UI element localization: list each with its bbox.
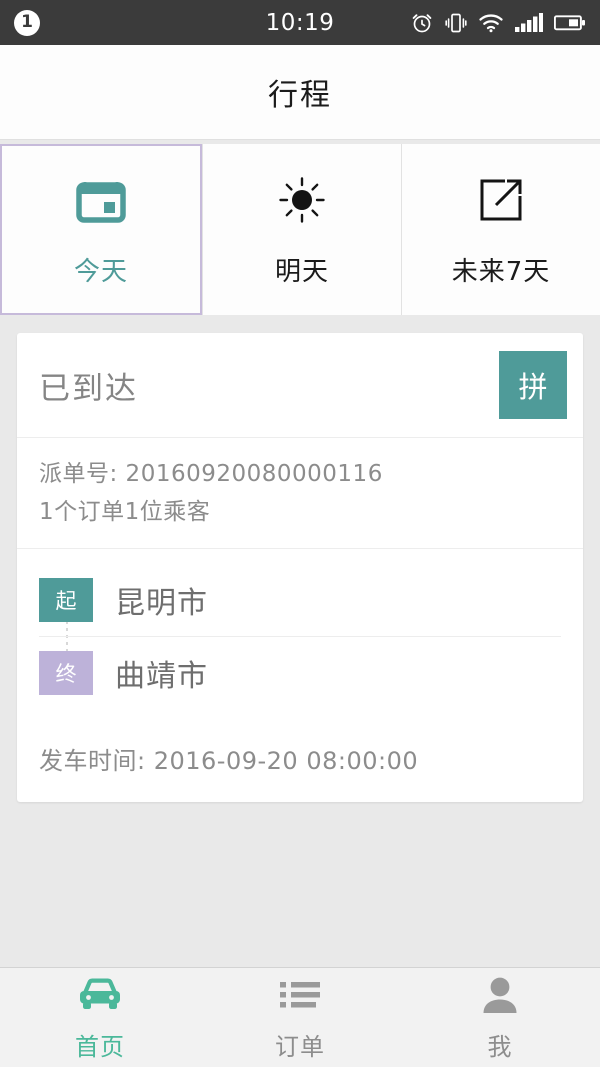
day-filter-tabs: 今天 明天 未来7天 xyxy=(0,140,600,315)
trip-card-header: 已到达 拼 xyxy=(17,333,583,438)
car-icon xyxy=(77,973,123,1017)
tab-tomorrow[interactable]: 明天 xyxy=(202,144,401,315)
alarm-clock-icon xyxy=(410,11,434,35)
signal-icon xyxy=(515,12,543,34)
trip-list: 已到达 拼 派单号: 20160920080000116 1个订单1位乘客 起 … xyxy=(0,315,600,967)
vibrate-icon xyxy=(445,11,467,35)
tab-tomorrow-label: 明天 xyxy=(274,257,329,287)
route-end-city: 曲靖市 xyxy=(115,658,208,694)
external-link-icon xyxy=(473,171,529,229)
status-bar: 1 10:19 xyxy=(0,0,600,45)
tab-next-7-days[interactable]: 未来7天 xyxy=(401,144,600,315)
route-end-badge: 终 xyxy=(39,650,93,695)
trip-route: 起 昆明市 终 曲靖市 xyxy=(17,549,583,719)
trip-card[interactable]: 已到达 拼 派单号: 20160920080000116 1个订单1位乘客 起 … xyxy=(17,333,583,802)
app-screen: 1 10:19 行程 今天 明天 未来7天 已到达 拼 派单号: 2016092… xyxy=(0,0,600,1067)
tab-today[interactable]: 今天 xyxy=(0,144,202,315)
departure-time: 发车时间: 2016-09-20 08:00:00 xyxy=(39,746,419,775)
bottom-navigation: 首页 订单 我 xyxy=(0,967,600,1067)
notification-count-badge: 1 xyxy=(14,9,40,36)
nav-item-orders[interactable]: 订单 xyxy=(200,968,400,1067)
trip-status-label: 已到达 xyxy=(39,370,138,407)
nav-item-profile[interactable]: 我 xyxy=(400,968,600,1067)
trip-order-info: 派单号: 20160920080000116 1个订单1位乘客 xyxy=(17,438,583,549)
nav-item-home[interactable]: 首页 xyxy=(0,968,200,1067)
nav-item-orders-label: 订单 xyxy=(275,1033,325,1061)
dispatch-number: 派单号: 20160920080000116 xyxy=(39,461,383,487)
route-start-badge: 起 xyxy=(39,578,93,623)
route-start-city: 昆明市 xyxy=(115,586,208,622)
route-start-row: 起 昆明市 xyxy=(39,565,561,637)
nav-item-profile-label: 我 xyxy=(487,1033,513,1061)
route-end-row: 终 曲靖市 xyxy=(39,637,561,709)
wifi-icon xyxy=(478,12,504,34)
battery-icon xyxy=(554,13,586,33)
tab-today-label: 今天 xyxy=(73,257,128,287)
trip-departure: 发车时间: 2016-09-20 08:00:00 xyxy=(17,719,583,802)
person-icon xyxy=(480,973,520,1017)
page-title: 行程 xyxy=(268,78,332,113)
calendar-icon xyxy=(73,171,129,229)
passenger-summary: 1个订单1位乘客 xyxy=(39,498,211,525)
page-header: 行程 xyxy=(0,45,600,140)
status-bar-icons xyxy=(410,11,586,35)
nav-item-home-label: 首页 xyxy=(75,1033,125,1061)
sun-icon xyxy=(274,171,330,229)
tab-next-7-days-label: 未来7天 xyxy=(451,257,551,287)
carpool-badge: 拼 xyxy=(499,351,567,419)
list-icon xyxy=(279,973,321,1017)
